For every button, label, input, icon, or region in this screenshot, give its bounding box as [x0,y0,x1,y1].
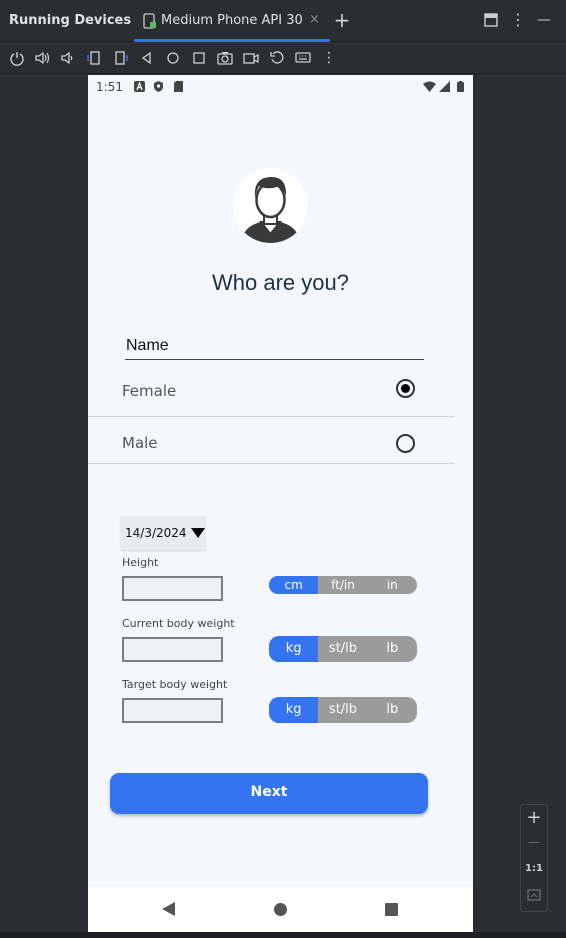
back-icon[interactable] [139,50,155,66]
options-menu-icon[interactable]: ⋮ [508,10,528,30]
tab-label: Medium Phone API 30 [161,13,303,28]
unit-st-lb[interactable]: st/lb [318,636,367,662]
height-unit-selector: cm ft/in in [269,576,417,594]
battery-icon [457,81,464,92]
layout-icon[interactable] [484,13,498,27]
device-area-right [473,75,566,932]
unit-kg[interactable]: kg [269,636,319,662]
fit-screen-icon[interactable] [527,889,541,901]
female-radio[interactable] [396,379,415,398]
page-title: Who are you? [212,270,349,295]
unit-cm[interactable]: cm [269,576,319,594]
phone-screen: 1:51 Who are you? Name Female Male 14/3/… [88,75,473,932]
zoom-controls: + — 1:1 [520,804,548,912]
zoom-out-button[interactable]: — [521,835,547,849]
target-weight-unit-selector: kg st/lb lb [269,697,417,723]
tab-medium-phone[interactable]: Medium Phone API 30 × [134,0,330,42]
volume-up-icon[interactable] [34,50,50,66]
unit-ft-in[interactable]: ft/in [318,576,367,594]
unit-in[interactable]: in [368,576,417,594]
user-avatar-icon [241,176,300,243]
zoom-in-button[interactable]: + [521,807,547,828]
snapshot-restore-icon[interactable] [269,50,285,66]
bottom-strip [0,932,566,938]
nav-back-icon[interactable] [162,902,175,916]
device-toolbar: ⋮ [0,43,566,74]
date-picker[interactable]: 14/3/2024 [121,516,205,550]
power-icon[interactable] [9,50,25,66]
unit-lb[interactable]: lb [368,636,417,662]
keyboard-icon[interactable] [295,50,311,66]
tab-active-indicator [134,39,330,42]
actual-size-button[interactable]: 1:1 [521,863,547,874]
height-label: Height [122,556,159,569]
screen-record-icon[interactable] [243,50,259,66]
camera-icon[interactable] [217,50,233,66]
female-label: Female [122,382,177,400]
volume-down-icon[interactable] [59,50,75,66]
nav-recents-icon[interactable] [385,903,398,916]
name-input[interactable]: Name [125,333,424,360]
device-area-left [0,75,88,932]
male-radio[interactable] [396,434,415,453]
next-button[interactable]: Next [110,773,428,814]
avatar [233,168,308,243]
target-weight-label: Target body weight [122,678,228,691]
wifi-icon [423,81,436,92]
rotate-left-icon[interactable] [86,50,102,66]
cellular-icon [439,81,450,92]
nav-home-icon[interactable] [274,903,287,916]
overview-icon[interactable] [191,50,207,66]
male-label: Male [122,434,158,452]
android-nav-bar [88,887,473,932]
unit-lb[interactable]: lb [368,697,417,723]
status-time: 1:51 [96,80,123,94]
name-placeholder: Name [126,337,169,354]
add-tab-button[interactable]: + [332,10,352,30]
gender-option-male[interactable]: Male [88,417,455,464]
panel-title: Running Devices [9,13,132,28]
device-icon [143,13,156,29]
shield-icon [154,81,163,92]
target-weight-input[interactable] [122,698,223,723]
toolbar-more-icon[interactable]: ⋮ [321,50,337,66]
current-weight-unit-selector: kg st/lb lb [269,636,417,662]
minimize-icon[interactable]: — [534,10,554,30]
unit-kg[interactable]: kg [269,697,319,723]
notification-a-icon [134,81,145,92]
close-tab-icon[interactable]: × [309,12,320,27]
rotate-right-icon[interactable] [113,50,129,66]
unit-st-lb[interactable]: st/lb [318,697,367,723]
home-icon[interactable] [165,50,181,66]
current-weight-label: Current body weight [122,617,235,630]
current-weight-input[interactable] [122,637,223,662]
dropdown-caret-icon [191,528,205,538]
date-value: 14/3/2024 [125,526,187,540]
gender-option-female[interactable]: Female [88,364,455,417]
sd-card-icon [174,81,183,92]
ide-top-bar: Running Devices Medium Phone API 30 × + … [0,0,566,42]
status-bar: 1:51 [88,75,473,99]
height-input[interactable] [122,576,223,601]
